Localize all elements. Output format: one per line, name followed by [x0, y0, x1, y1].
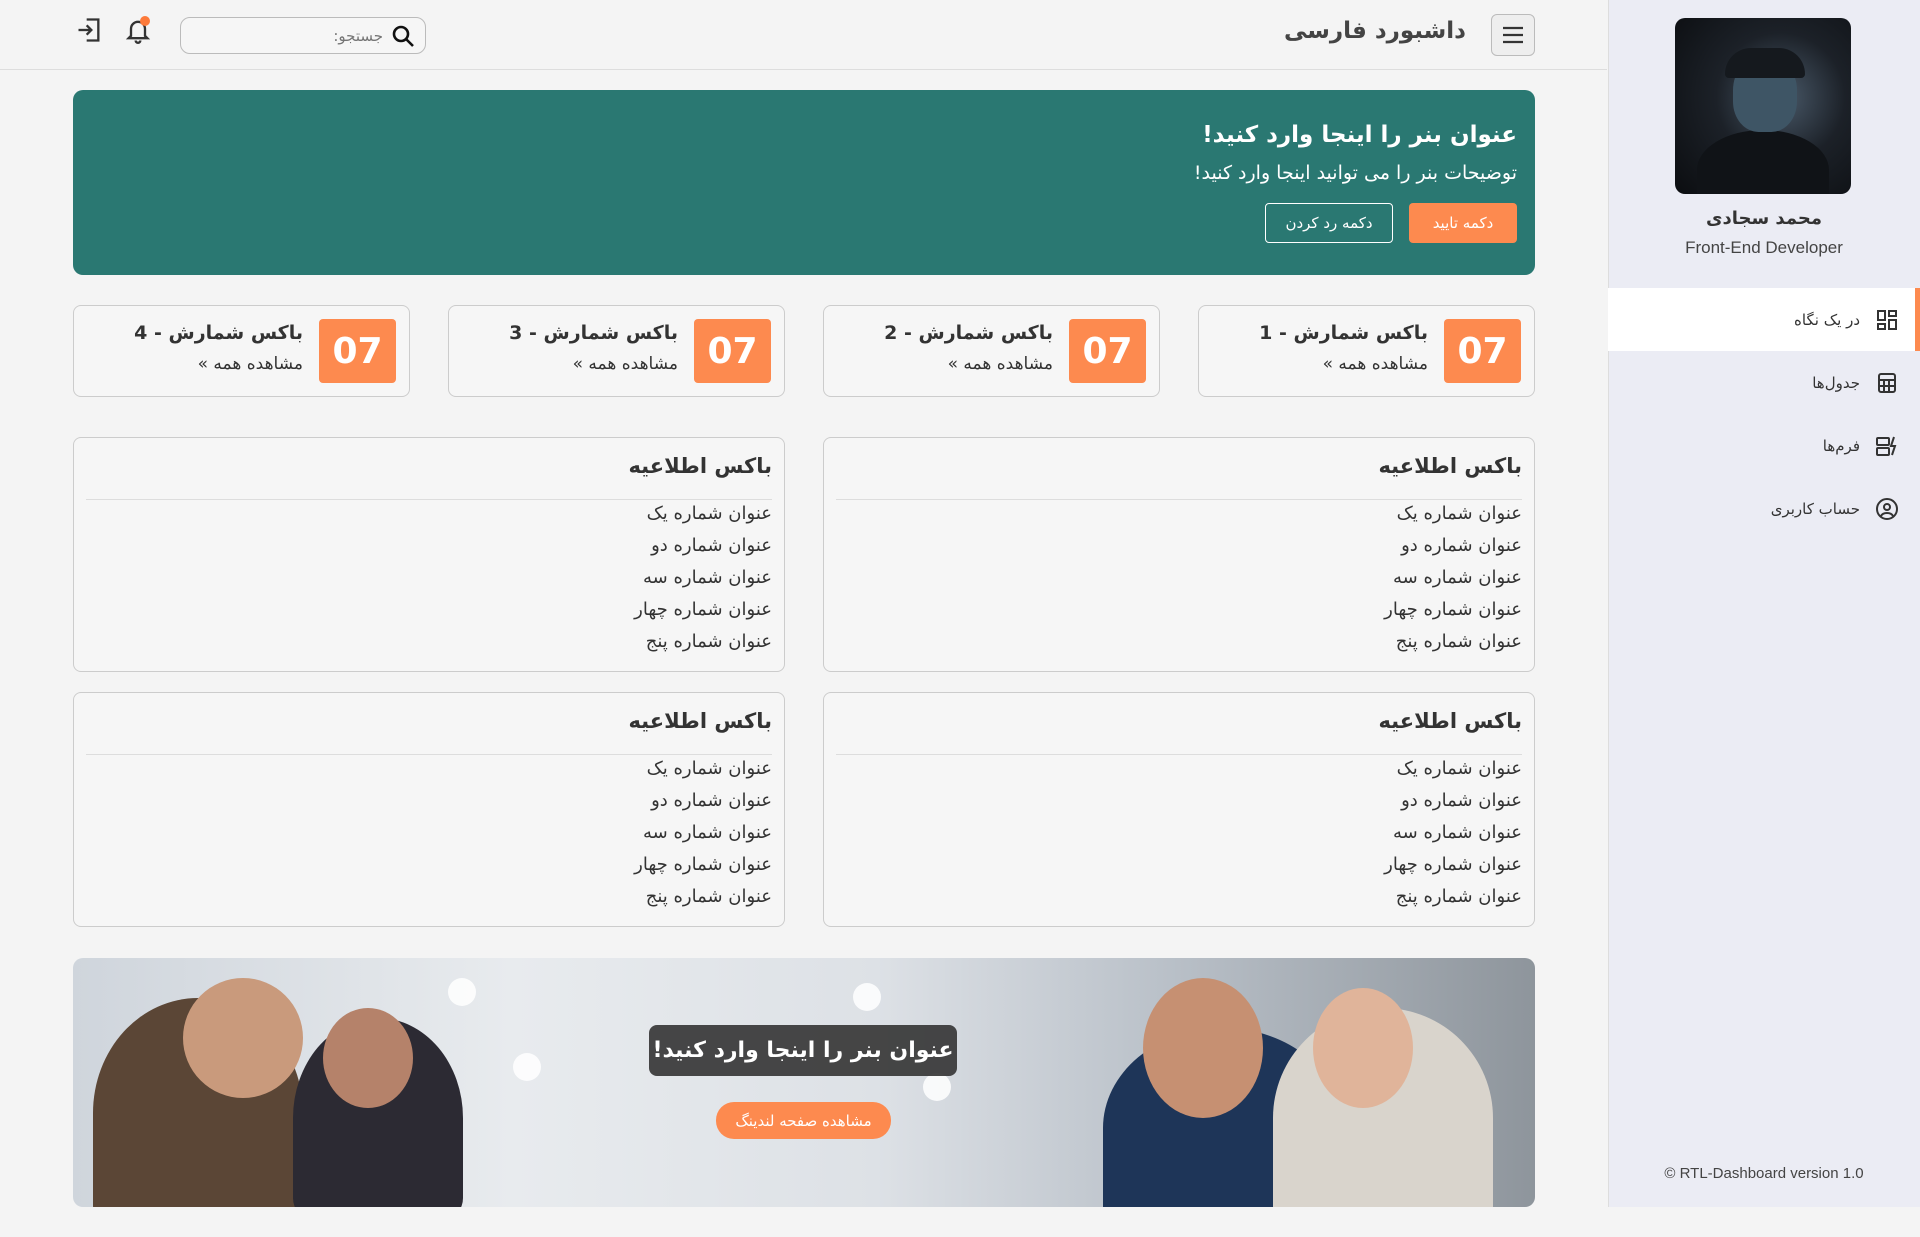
logout-button[interactable]	[73, 16, 103, 46]
avatar-figure-body	[1697, 130, 1829, 194]
list-item[interactable]: عنوان شماره چهار	[634, 594, 772, 626]
counter-title: باکس شمارش - 1	[1259, 322, 1428, 344]
list-item[interactable]: عنوان شماره دو	[1384, 785, 1522, 817]
sidebar-item-tables[interactable]: جدول‌ها	[1608, 351, 1920, 414]
sidebar-item-label: فرم‌ها	[1822, 436, 1860, 455]
sidebar-item-forms[interactable]: فرم‌ها	[1608, 414, 1920, 477]
document-node-icon	[853, 983, 881, 1011]
list-item[interactable]: عنوان شماره سه	[1384, 562, 1522, 594]
notification-button[interactable]	[122, 16, 152, 46]
info-box-4: باکس اطلاعیه عنوان شماره یک عنوان شماره …	[73, 692, 785, 927]
notification-dot	[140, 16, 150, 26]
list-item[interactable]: عنوان شماره چهار	[634, 849, 772, 881]
list-item[interactable]: عنوان شماره چهار	[1384, 594, 1522, 626]
user-name: محمد سجادی	[1705, 208, 1822, 229]
sidebar-nav: در یک نگاه جدول‌ها فرم‌ها حساب کاربری	[1608, 288, 1920, 540]
search-box	[180, 17, 426, 54]
banner-person-face-2	[323, 1008, 413, 1108]
user-circle-icon	[1874, 496, 1900, 522]
list-item[interactable]: عنوان شماره سه	[634, 817, 772, 849]
avatar-figure-cap	[1725, 48, 1805, 78]
list-item[interactable]: عنوان شماره سه	[1384, 817, 1522, 849]
list-item[interactable]: عنوان شماره یک	[1384, 498, 1522, 530]
info-box-title: باکس اطلاعیه	[86, 709, 772, 755]
confirm-button[interactable]: دکمه تایید	[1409, 203, 1517, 243]
counter-number: 07	[1069, 319, 1146, 383]
dashboard-grid-icon	[1874, 307, 1900, 333]
hero-description: توضیحات بنر را می توانید اینجا وارد کنید…	[1193, 162, 1517, 184]
list-item[interactable]: عنوان شماره یک	[1384, 753, 1522, 785]
search-input[interactable]	[203, 26, 383, 45]
banner-person-face-3	[1143, 978, 1263, 1118]
menu-toggle-button[interactable]	[1491, 14, 1535, 56]
counter-box-3: 07 باکس شمارش - 3 مشاهده همه »	[448, 305, 785, 397]
counter-title: باکس شمارش - 3	[509, 322, 678, 344]
info-box-list: عنوان شماره یک عنوان شماره دو عنوان شمار…	[634, 498, 772, 658]
list-item[interactable]: عنوان شماره پنج	[1384, 881, 1522, 913]
info-box-list: عنوان شماره یک عنوان شماره دو عنوان شمار…	[1384, 498, 1522, 658]
counter-number: 07	[1444, 319, 1521, 383]
info-box-title: باکس اطلاعیه	[836, 709, 1522, 755]
counter-box-1: 07 باکس شمارش - 1 مشاهده همه »	[1198, 305, 1535, 397]
logout-icon	[78, 18, 100, 42]
network-node-icon	[448, 978, 476, 1006]
calendar-node-icon	[513, 1053, 541, 1081]
counter-number: 07	[319, 319, 396, 383]
avatar	[1675, 18, 1851, 194]
info-box-2: باکس اطلاعیه عنوان شماره یک عنوان شماره …	[73, 437, 785, 672]
counter-box-4: 07 باکس شمارش - 4 مشاهده همه »	[73, 305, 410, 397]
sidebar-item-overview[interactable]: در یک نگاه	[1608, 288, 1920, 351]
footer-version: © RTL-Dashboard version 1.0	[1664, 1165, 1864, 1182]
sidebar-item-account[interactable]: حساب کاربری	[1608, 477, 1920, 540]
list-item[interactable]: عنوان شماره پنج	[1384, 626, 1522, 658]
sidebar-item-label: در یک نگاه	[1794, 310, 1860, 329]
user-role: Front-End Developer	[1685, 238, 1843, 257]
list-item[interactable]: عنوان شماره دو	[1384, 530, 1522, 562]
sidebar-item-label: جدول‌ها	[1812, 373, 1860, 392]
list-item[interactable]: عنوان شماره پنج	[634, 626, 772, 658]
banner-person-face-4	[1313, 988, 1413, 1108]
list-item[interactable]: عنوان شماره چهار	[1384, 849, 1522, 881]
landing-page-button[interactable]: مشاهده صفحه لندینگ	[716, 1102, 891, 1139]
list-item[interactable]: عنوان شماره یک	[634, 753, 772, 785]
counter-number: 07	[694, 319, 771, 383]
calculator-table-icon	[1874, 370, 1900, 396]
view-all-link[interactable]: مشاهده همه »	[948, 354, 1053, 374]
view-all-link[interactable]: مشاهده همه »	[573, 354, 678, 374]
info-box-1: باکس اطلاعیه عنوان شماره یک عنوان شماره …	[823, 437, 1535, 672]
banner-person-face	[183, 978, 303, 1098]
mail-node-icon	[923, 1073, 951, 1101]
info-box-title: باکس اطلاعیه	[86, 454, 772, 500]
list-item[interactable]: عنوان شماره سه	[634, 562, 772, 594]
topbar: داشبورد فارسی	[0, 0, 1607, 70]
counter-title: باکس شمارش - 2	[884, 322, 1053, 344]
view-all-link[interactable]: مشاهده همه »	[198, 354, 303, 374]
hamburger-icon	[1503, 26, 1523, 44]
form-bolt-icon	[1874, 433, 1900, 459]
list-item[interactable]: عنوان شماره یک	[634, 498, 772, 530]
page-title: داشبورد فارسی	[1284, 18, 1466, 44]
search-icon[interactable]	[391, 24, 415, 48]
photo-banner-title: عنوان بنر را اینجا وارد کنید!	[649, 1025, 957, 1076]
view-all-link[interactable]: مشاهده همه »	[1323, 354, 1428, 374]
counter-box-2: 07 باکس شمارش - 2 مشاهده همه »	[823, 305, 1160, 397]
list-item[interactable]: عنوان شماره دو	[634, 785, 772, 817]
hero-banner: عنوان بنر را اینجا وارد کنید! توضیحات بن…	[73, 90, 1535, 275]
reject-button[interactable]: دکمه رد کردن	[1265, 203, 1393, 243]
list-item[interactable]: عنوان شماره دو	[634, 530, 772, 562]
info-box-3: باکس اطلاعیه عنوان شماره یک عنوان شماره …	[823, 692, 1535, 927]
info-box-list: عنوان شماره یک عنوان شماره دو عنوان شمار…	[634, 753, 772, 913]
counter-title: باکس شمارش - 4	[134, 322, 303, 344]
list-item[interactable]: عنوان شماره پنج	[634, 881, 772, 913]
info-box-title: باکس اطلاعیه	[836, 454, 1522, 500]
info-box-list: عنوان شماره یک عنوان شماره دو عنوان شمار…	[1384, 753, 1522, 913]
photo-banner: عنوان بنر را اینجا وارد کنید! مشاهده صفح…	[73, 958, 1535, 1207]
sidebar-item-label: حساب کاربری	[1770, 499, 1860, 518]
sidebar: محمد سجادی Front-End Developer در یک نگا…	[1608, 0, 1920, 1207]
hero-title: عنوان بنر را اینجا وارد کنید!	[1202, 122, 1517, 148]
